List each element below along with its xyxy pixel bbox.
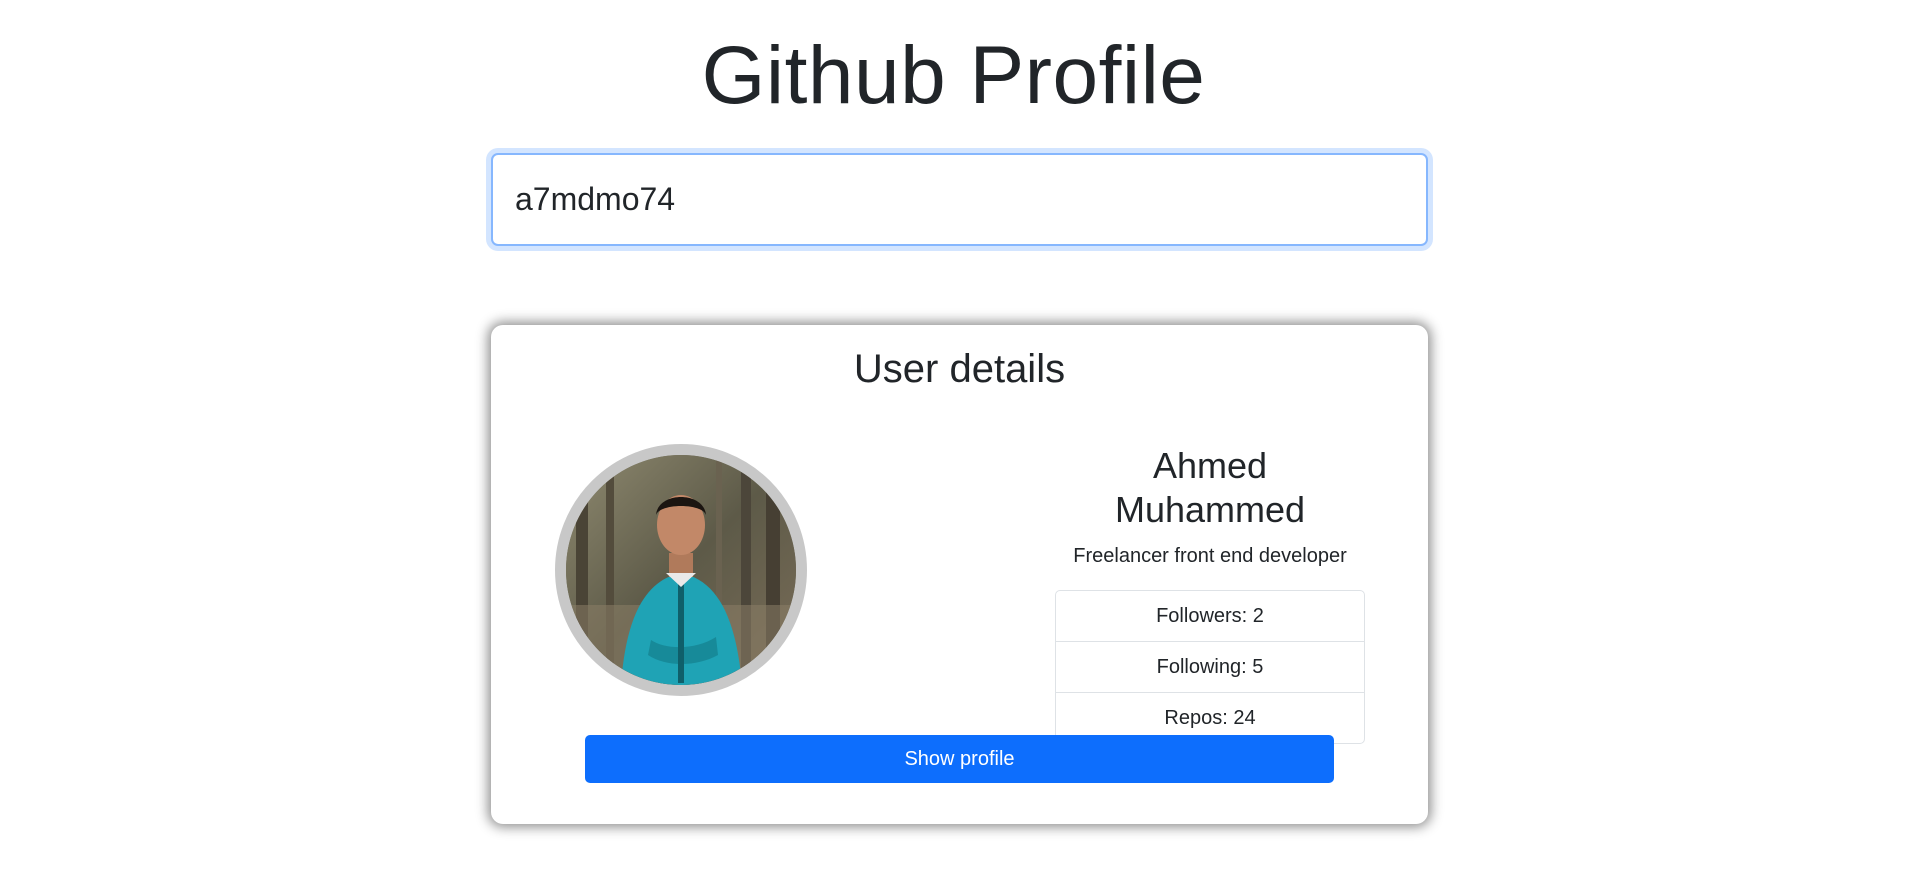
user-bio: Freelancer front end developer (1073, 545, 1347, 567)
search-field[interactable] (491, 153, 1428, 246)
page: Github Profile User details (0, 0, 1907, 874)
user-name: Ahmed Muhammed (1114, 445, 1306, 530)
page-title: Github Profile (701, 30, 1206, 121)
show-profile-button[interactable]: Show profile (585, 735, 1334, 783)
avatar-photo-icon (566, 455, 796, 685)
search-input[interactable] (493, 155, 1426, 244)
stat-following: Following: 5 (1056, 642, 1364, 693)
avatar (555, 444, 807, 696)
card-title: User details (853, 347, 1066, 391)
user-info: Ahmed Muhammed Freelancer front end deve… (1055, 444, 1365, 744)
stats-list: Followers: 2 Following: 5 Repos: 24 (1055, 590, 1365, 744)
stat-followers: Followers: 2 (1056, 591, 1364, 642)
user-details-card: User details Ahmed Muhammed Freelancer f… (491, 325, 1428, 824)
